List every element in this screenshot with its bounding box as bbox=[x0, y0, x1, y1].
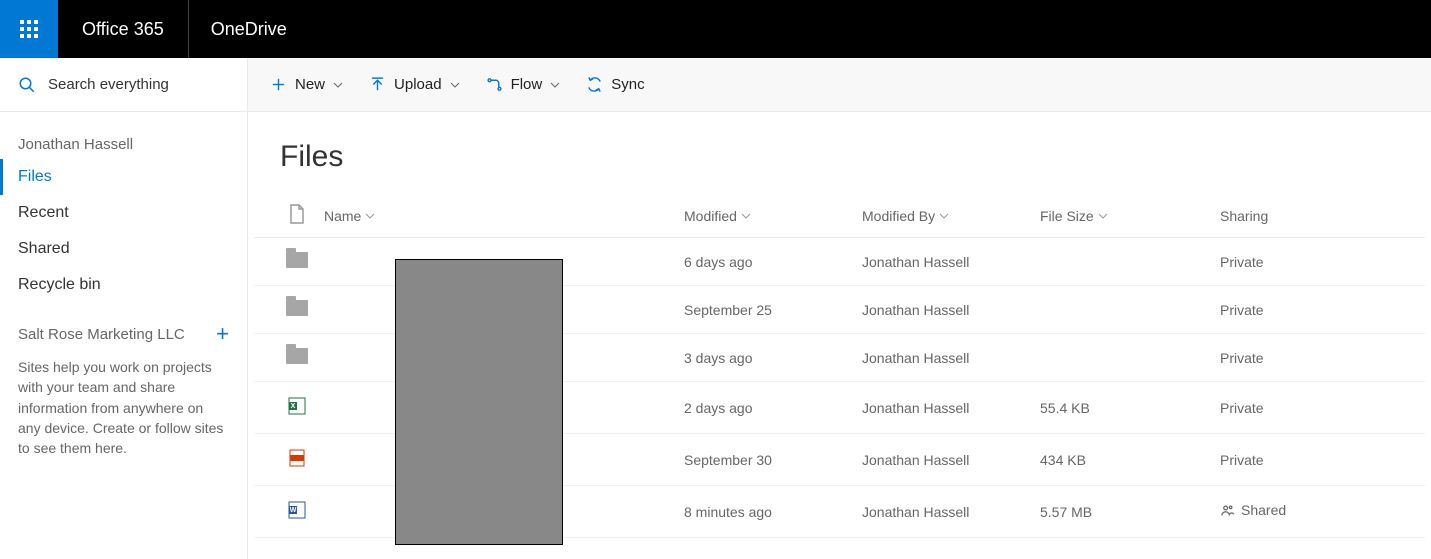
chevron-down-icon bbox=[939, 211, 949, 221]
modified-by-cell: Jonathan Hassell bbox=[854, 238, 1032, 286]
folder-icon bbox=[286, 300, 308, 316]
modified-cell: September 30 bbox=[676, 434, 854, 486]
chevron-down-icon bbox=[550, 80, 560, 90]
sites-header: Salt Rose Marketing LLC + bbox=[0, 307, 247, 349]
page-title: Files bbox=[248, 112, 1431, 194]
word-icon: W bbox=[286, 500, 308, 520]
folder-icon bbox=[286, 252, 308, 268]
search-placeholder: Search everything bbox=[48, 76, 169, 93]
chevron-down-icon bbox=[450, 80, 460, 90]
size-cell bbox=[1032, 238, 1212, 286]
sidebar: Search everything Jonathan Hassell Files… bbox=[0, 58, 248, 559]
nav-item-recycle-bin[interactable]: Recycle bin bbox=[0, 267, 247, 303]
size-cell bbox=[1032, 334, 1212, 382]
shared-indicator: Shared bbox=[1220, 502, 1286, 518]
sites-help-text: Sites help you work on projects with you… bbox=[0, 349, 247, 458]
flow-icon bbox=[486, 76, 503, 93]
modified-cell: 6 days ago bbox=[676, 238, 854, 286]
excel-icon: X bbox=[286, 396, 308, 416]
column-sharing[interactable]: Sharing bbox=[1212, 194, 1425, 238]
sites-title[interactable]: Salt Rose Marketing LLC bbox=[18, 326, 185, 343]
sharing-cell: Private bbox=[1212, 334, 1425, 382]
chevron-down-icon bbox=[741, 211, 751, 221]
new-button[interactable]: New bbox=[270, 76, 343, 93]
modified-cell: September 25 bbox=[676, 286, 854, 334]
upload-button[interactable]: Upload bbox=[369, 76, 460, 93]
sharing-cell: Private bbox=[1212, 286, 1425, 334]
modified-cell: 8 minutes ago bbox=[676, 486, 854, 538]
suite-brand[interactable]: Office 365 bbox=[58, 0, 189, 58]
app-launcher-button[interactable] bbox=[0, 0, 58, 58]
plus-icon bbox=[270, 76, 287, 93]
size-cell: 5.57 MB bbox=[1032, 486, 1212, 538]
suite-header: Office 365 OneDrive bbox=[0, 0, 1431, 58]
sync-icon bbox=[586, 76, 603, 93]
sharing-cell: Shared bbox=[1212, 486, 1425, 538]
redacted-names-overlay bbox=[395, 259, 563, 545]
svg-text:X: X bbox=[291, 403, 296, 410]
upload-label: Upload bbox=[394, 76, 442, 93]
chevron-down-icon bbox=[333, 80, 343, 90]
size-cell: 55.4 KB bbox=[1032, 382, 1212, 434]
modified-by-cell: Jonathan Hassell bbox=[854, 382, 1032, 434]
nav-list: Files Recent Shared Recycle bin bbox=[0, 159, 247, 303]
owner-name: Jonathan Hassell bbox=[0, 126, 247, 159]
column-modified-by[interactable]: Modified By bbox=[854, 194, 1032, 238]
column-modified[interactable]: Modified bbox=[676, 194, 854, 238]
modified-by-cell: Jonathan Hassell bbox=[854, 434, 1032, 486]
column-name[interactable]: Name bbox=[316, 194, 676, 238]
sharing-cell: Private bbox=[1212, 382, 1425, 434]
pdf-icon bbox=[286, 448, 308, 468]
file-icon bbox=[289, 204, 305, 224]
add-site-button[interactable]: + bbox=[216, 325, 229, 343]
column-size[interactable]: File Size bbox=[1032, 194, 1212, 238]
svg-text:W: W bbox=[290, 507, 297, 514]
command-bar: New Upload Flow Sync bbox=[248, 58, 1431, 112]
search-box[interactable]: Search everything bbox=[0, 58, 247, 112]
modified-by-cell: Jonathan Hassell bbox=[854, 334, 1032, 382]
nav-item-recent[interactable]: Recent bbox=[0, 195, 247, 231]
modified-by-cell: Jonathan Hassell bbox=[854, 286, 1032, 334]
chevron-down-icon bbox=[365, 211, 375, 221]
search-icon bbox=[18, 76, 36, 94]
people-icon bbox=[1220, 503, 1235, 518]
modified-cell: 2 days ago bbox=[676, 382, 854, 434]
chevron-down-icon bbox=[1098, 211, 1108, 221]
folder-icon bbox=[286, 348, 308, 364]
sharing-cell: Private bbox=[1212, 434, 1425, 486]
table-header-row: Name Modified Modified By File Size Shar… bbox=[254, 194, 1425, 238]
size-cell: 434 KB bbox=[1032, 434, 1212, 486]
modified-cell: 3 days ago bbox=[676, 334, 854, 382]
waffle-icon bbox=[19, 19, 39, 39]
new-label: New bbox=[295, 76, 325, 93]
nav-item-files[interactable]: Files bbox=[0, 159, 247, 195]
upload-icon bbox=[369, 76, 386, 93]
nav-item-shared[interactable]: Shared bbox=[0, 231, 247, 267]
column-icon bbox=[254, 194, 316, 238]
sharing-cell: Private bbox=[1212, 238, 1425, 286]
flow-label: Flow bbox=[511, 76, 543, 93]
sync-label: Sync bbox=[611, 76, 644, 93]
modified-by-cell: Jonathan Hassell bbox=[854, 486, 1032, 538]
app-name[interactable]: OneDrive bbox=[189, 19, 309, 40]
flow-button[interactable]: Flow bbox=[486, 76, 561, 93]
sync-button[interactable]: Sync bbox=[586, 76, 644, 93]
size-cell bbox=[1032, 286, 1212, 334]
